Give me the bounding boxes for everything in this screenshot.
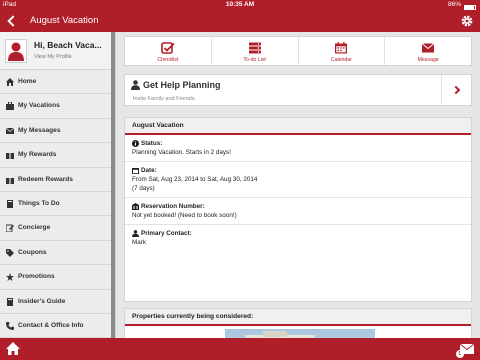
- star-icon: [6, 273, 14, 282]
- sidebar-item-concierge[interactable]: Concierge: [0, 216, 115, 241]
- battery-percent: 86%: [447, 1, 461, 8]
- date-row: Date: From Sat, Aug 23, 2014 to Sat, Aug…: [125, 162, 471, 198]
- profile-name: Hi, Beach Vaca...: [34, 40, 102, 50]
- home-icon: [6, 78, 14, 86]
- building-icon: [132, 203, 139, 210]
- edit-icon: [6, 224, 14, 233]
- calendar-button[interactable]: Calendar: [299, 37, 386, 65]
- bottom-toolbar: 0: [0, 338, 480, 360]
- action-label: Calendar: [330, 57, 352, 63]
- status-value: Planning Vacation. Starts in 2 days!: [132, 149, 231, 156]
- reservation-label: Reservation Number:: [141, 203, 205, 210]
- action-label: Checklist: [157, 57, 179, 63]
- calendar-icon: [132, 168, 139, 174]
- calendar-icon: [335, 42, 348, 54]
- help-subtitle: Invite Family and Friends.: [133, 96, 196, 102]
- suitcase-icon: [6, 102, 14, 111]
- home-icon[interactable]: [6, 342, 20, 355]
- sidebar-item-insiders-guide[interactable]: Insider's Guide: [0, 290, 115, 314]
- sidebar-item-label: Coupons: [18, 248, 47, 256]
- reservation-value: Not yet booked! (Need to book soon!): [132, 212, 237, 219]
- envelope-icon[interactable]: [460, 343, 474, 355]
- envelope-icon: [6, 127, 14, 134]
- book-icon: [7, 297, 13, 306]
- info-icon: [132, 140, 139, 147]
- gift-icon: [6, 175, 14, 184]
- sidebar-item-label: My Messages: [18, 126, 61, 134]
- get-help-planning-card[interactable]: Get Help Planning Invite Family and Frie…: [124, 74, 472, 106]
- status-bar: iPad 10:35 AM 86%: [0, 0, 480, 10]
- book-icon: [7, 199, 13, 208]
- checklist-button[interactable]: Checklist: [125, 37, 212, 65]
- tag-icon: [6, 248, 14, 257]
- sidebar-item-promotions[interactable]: Promotions: [0, 265, 115, 290]
- sidebar-item-label: Redeem Rewards: [18, 175, 73, 183]
- action-label: To-do List: [243, 57, 266, 63]
- action-label: Message: [417, 57, 439, 63]
- sidebar-item-label: Things To Do: [18, 199, 60, 207]
- primary-contact-label: Primary Contact:: [141, 230, 192, 237]
- date-duration: (7 days): [132, 185, 155, 192]
- primary-contact-value: Mark: [132, 239, 146, 246]
- phone-icon: [6, 321, 14, 330]
- message-button[interactable]: Message: [385, 37, 471, 65]
- reservation-row: Reservation Number: Not yet booked! (Nee…: [125, 198, 471, 225]
- sidebar-item-label: Concierge: [18, 224, 51, 232]
- clock: 10:35 AM: [225, 1, 255, 8]
- battery-icon: [464, 4, 476, 10]
- properties-card: Properties currently being considered:: [124, 308, 472, 338]
- status-row: Status: Planning Vacation. Starts in 2 d…: [125, 135, 471, 162]
- avatar: [5, 39, 27, 63]
- view-profile-link[interactable]: View My Profile: [34, 54, 72, 60]
- sidebar-item-things-to-do[interactable]: Things To Do: [0, 192, 115, 217]
- profile-header[interactable]: Hi, Beach Vaca... View My Profile: [0, 32, 115, 70]
- sidebar-scrollbar[interactable]: [111, 32, 115, 338]
- person-icon: [132, 230, 139, 237]
- date-label: Date:: [141, 167, 157, 174]
- person-icon: [131, 80, 140, 90]
- checklist-icon: [161, 42, 175, 54]
- sidebar-item-my-vacations[interactable]: My Vacations: [0, 94, 115, 119]
- sidebar-item-label: Contact & Office Info: [18, 321, 84, 329]
- page-title: August Vacation: [30, 15, 99, 26]
- sidebar: Hi, Beach Vaca... View My Profile Home M…: [0, 32, 116, 338]
- property-photo[interactable]: [225, 329, 375, 338]
- vacation-details-card: August Vacation Status: Planning Vacatio…: [124, 117, 472, 302]
- sidebar-item-my-rewards[interactable]: My Rewards: [0, 143, 115, 168]
- sidebar-item-home[interactable]: Home: [0, 70, 115, 95]
- sidebar-item-label: Promotions: [18, 273, 55, 281]
- sidebar-item-contact[interactable]: Contact & Office Info: [0, 314, 115, 338]
- sidebar-item-label: Home: [18, 78, 37, 85]
- envelope-icon: [421, 43, 435, 53]
- list-icon: [248, 42, 261, 54]
- vacation-card-title: August Vacation: [125, 118, 471, 135]
- sidebar-item-redeem-rewards[interactable]: Redeem Rewards: [0, 168, 115, 192]
- gift-icon: [6, 151, 14, 160]
- sidebar-item-label: My Vacations: [18, 102, 60, 110]
- sidebar-item-coupons[interactable]: Coupons: [0, 241, 115, 266]
- gear-icon[interactable]: [460, 14, 474, 28]
- primary-contact-row: Primary Contact: Mark: [125, 225, 471, 251]
- chevron-right-icon[interactable]: [441, 75, 471, 105]
- sidebar-item-my-messages[interactable]: My Messages: [0, 119, 115, 144]
- help-title: Get Help Planning: [143, 80, 221, 90]
- status-right: 86%: [448, 0, 476, 10]
- sidebar-item-label: Insider's Guide: [18, 297, 66, 305]
- back-button[interactable]: [6, 13, 18, 29]
- sidebar-item-label: My Rewards: [18, 151, 57, 159]
- status-label: Status:: [141, 140, 163, 147]
- main-content: Checklist To-do List Calendar Message Ge…: [124, 32, 472, 338]
- navigation-bar: August Vacation: [0, 10, 480, 32]
- quick-actions: Checklist To-do List Calendar Message: [124, 36, 472, 66]
- properties-card-title: Properties currently being considered:: [125, 309, 471, 326]
- todo-list-button[interactable]: To-do List: [212, 37, 299, 65]
- date-value: From Sat, Aug 23, 2014 to Sat, Aug 30, 2…: [132, 176, 258, 183]
